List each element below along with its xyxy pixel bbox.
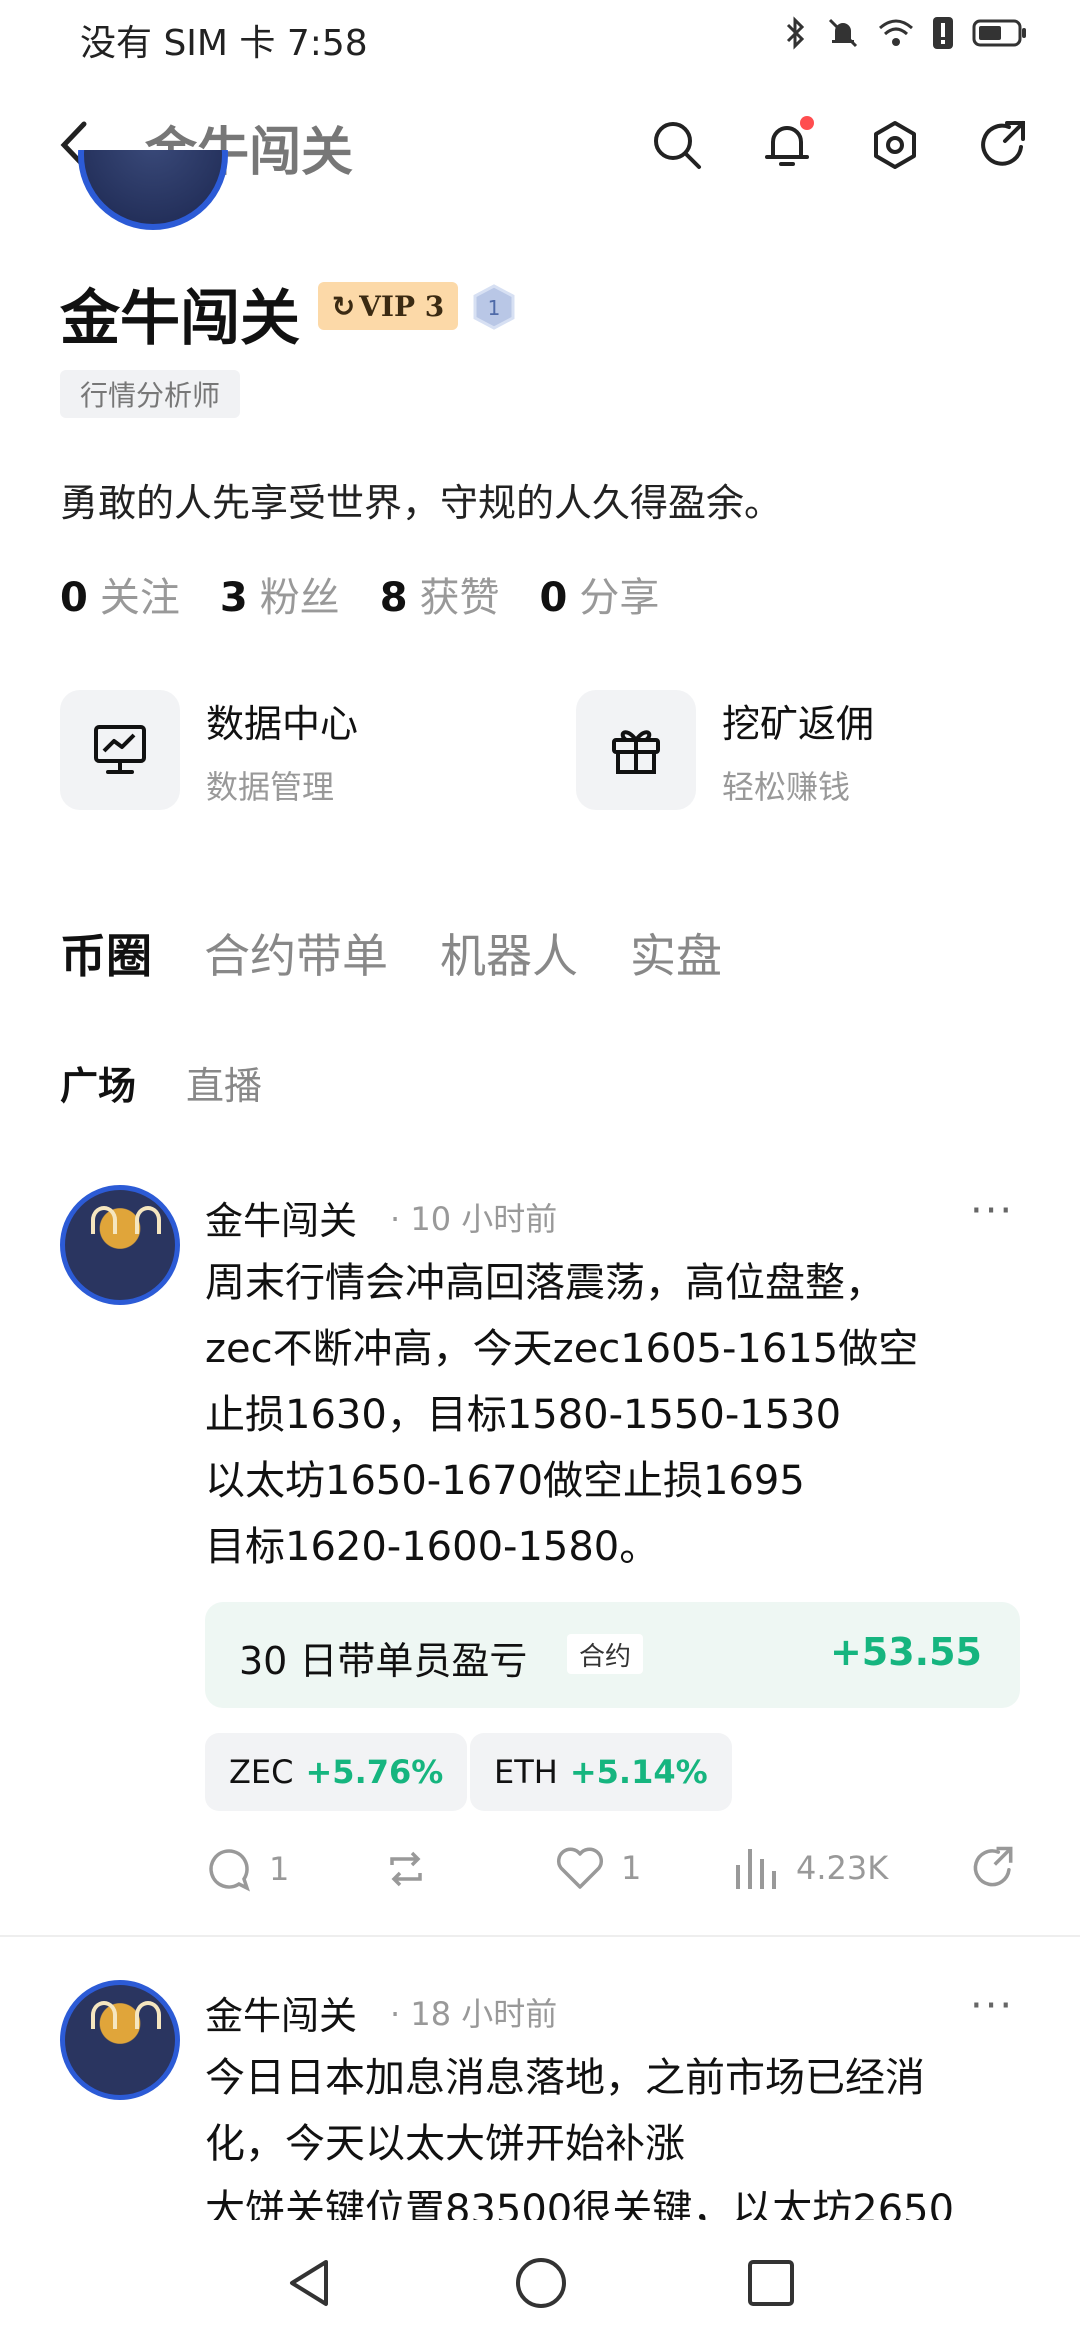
status-bar: 没有 SIM 卡 7:58 [0, 0, 1080, 80]
mute-bell-icon [828, 18, 858, 48]
post-time: · 10 小时前 [390, 1200, 558, 1238]
battery-icon [972, 19, 1026, 47]
vip-logo-icon: ↻ [331, 289, 356, 323]
share-icon [973, 1846, 1013, 1887]
coin-chip-zec[interactable]: ZEC +5.76% [205, 1733, 468, 1811]
post-body[interactable]: 今日日本加息消息落地，之前市场已经消 化，今天以太大饼开始补涨 大饼关键位置83… [205, 2045, 1025, 2220]
stat-following[interactable]: 0 关注 [60, 565, 180, 623]
mining-rebate-card[interactable]: 挖矿返佣 轻松赚钱 [576, 690, 874, 810]
mining-rebate-subtitle: 轻松赚钱 [722, 767, 851, 806]
post-line: 化，今天以太大饼开始补涨 [205, 2121, 685, 2167]
post-line: 以太坊1650-1670做空止损1695 [205, 1458, 805, 1504]
post-time: · 18 小时前 [390, 1995, 558, 2033]
pnl-tag: 合约 [567, 1634, 644, 1674]
gift-icon [612, 730, 660, 774]
subtab-live[interactable]: 直播 [186, 1055, 262, 1110]
tab-bots[interactable]: 机器人 [440, 920, 578, 986]
tab-copy-trading[interactable]: 合约带单 [204, 920, 388, 986]
views-stat: 4.23K [732, 1845, 888, 1891]
settings-button[interactable] [860, 110, 930, 180]
stat-shares[interactable]: 0 分享 [540, 565, 660, 623]
post-line: 大饼关键位置83500很关键，以太坊2650 [205, 2187, 955, 2220]
post-divider [0, 1935, 1080, 1937]
mining-rebate-title: 挖矿返佣 [722, 701, 875, 746]
post-line: 今日日本加息消息落地，之前市场已经消 [205, 2055, 925, 2101]
profile-avatar[interactable] [78, 150, 228, 230]
vip-label: VIP 3 [359, 289, 445, 323]
notification-button[interactable] [752, 110, 822, 180]
coin-change: +5.14% [569, 1753, 708, 1791]
nav-back-icon[interactable] [284, 2256, 334, 2310]
more-options-button[interactable]: ··· [970, 1188, 1014, 1234]
pnl-value: +53.55 [829, 1630, 982, 1674]
mining-rebate-icon-box [576, 690, 696, 810]
role-tag: 行情分析师 [60, 370, 241, 418]
profile-bio: 勇敢的人先享受世界，守规的人久得盈余。 [60, 481, 783, 525]
share-button[interactable] [968, 110, 1038, 180]
post-line: zec不断冲高，今天zec1605-1615做空 [205, 1326, 919, 1372]
post-body[interactable]: 周末行情会冲高回落震荡，高位盘整， zec不断冲高，今天zec1605-1615… [205, 1250, 1025, 1580]
coin-change: +5.76% [305, 1753, 444, 1791]
stat-likes[interactable]: 8 获赞 [380, 565, 500, 623]
level-shield-icon: 1 [473, 284, 515, 330]
data-center-card[interactable]: 数据中心 数据管理 [60, 690, 358, 810]
post-author[interactable]: 金牛闯关 [205, 1190, 357, 1245]
post-share-button[interactable] [970, 1845, 1032, 1891]
nav-recents-icon[interactable] [746, 2258, 796, 2308]
tab-live-trading[interactable]: 实盘 [630, 920, 722, 986]
subtab-square[interactable]: 广场 [60, 1055, 136, 1110]
content-tabs: 币圈 合约带单 机器人 实盘 [60, 920, 722, 986]
data-center-title: 数据中心 [206, 701, 359, 746]
repost-icon [390, 1851, 422, 1887]
coin-chip-eth[interactable]: ETH +5.14% [470, 1733, 732, 1811]
status-icons [784, 16, 1028, 50]
repost-button[interactable] [382, 1845, 446, 1893]
monitor-chart-icon [94, 725, 146, 774]
coin-symbol: ZEC [229, 1753, 294, 1791]
profile-stats: 0 关注 3 粉丝 8 获赞 0 分享 [60, 565, 659, 623]
nav-home-icon[interactable] [514, 2256, 568, 2310]
comment-count: 1 [269, 1850, 290, 1888]
data-center-subtitle: 数据管理 [206, 767, 335, 806]
coin-symbol: ETH [494, 1753, 558, 1791]
alert-icon [933, 17, 953, 49]
hexagon-settings-icon [874, 121, 916, 169]
profile-name: 金牛闯关 [60, 284, 300, 354]
post-avatar[interactable] [60, 1980, 180, 2100]
bar-chart-icon [736, 1849, 776, 1889]
tab-crypto[interactable]: 币圈 [60, 920, 152, 986]
comment-button[interactable]: 1 [205, 1845, 289, 1893]
comment-icon [209, 1849, 250, 1892]
like-count: 1 [621, 1849, 642, 1887]
trader-pnl-card[interactable]: 30 日带单员盈亏 合约 +53.55 [205, 1602, 1020, 1708]
wifi-icon [879, 19, 913, 46]
post-avatar[interactable] [60, 1185, 180, 1305]
post-line: 周末行情会冲高回落震荡，高位盘整， [205, 1260, 885, 1306]
heart-icon [556, 1847, 604, 1889]
more-options-button[interactable]: ··· [970, 1983, 1014, 2029]
notification-dot [800, 116, 814, 130]
search-icon [654, 122, 701, 169]
search-button[interactable] [642, 110, 712, 180]
bluetooth-icon [786, 16, 805, 50]
vip-badge: ↻ VIP 3 [318, 282, 458, 330]
like-button[interactable]: 1 [555, 1845, 641, 1891]
pnl-label: 30 日带单员盈亏 [239, 1639, 528, 1683]
sub-tabs: 广场 直播 [60, 1055, 262, 1110]
share-icon [981, 121, 1025, 166]
post-line: 止损1630，目标1580-1550-1530 [205, 1392, 842, 1438]
status-time: 没有 SIM 卡 7:58 [80, 23, 368, 64]
system-nav-bar [0, 2220, 1080, 2340]
post-line: 目标1620-1600-1580。 [205, 1524, 660, 1570]
data-center-icon-box [60, 690, 180, 810]
stat-followers[interactable]: 3 粉丝 [220, 565, 340, 623]
view-count: 4.23K [796, 1849, 889, 1887]
post-author[interactable]: 金牛闯关 [205, 1985, 357, 2040]
svg-text:1: 1 [488, 296, 501, 320]
level-badge: 1 [472, 284, 516, 330]
